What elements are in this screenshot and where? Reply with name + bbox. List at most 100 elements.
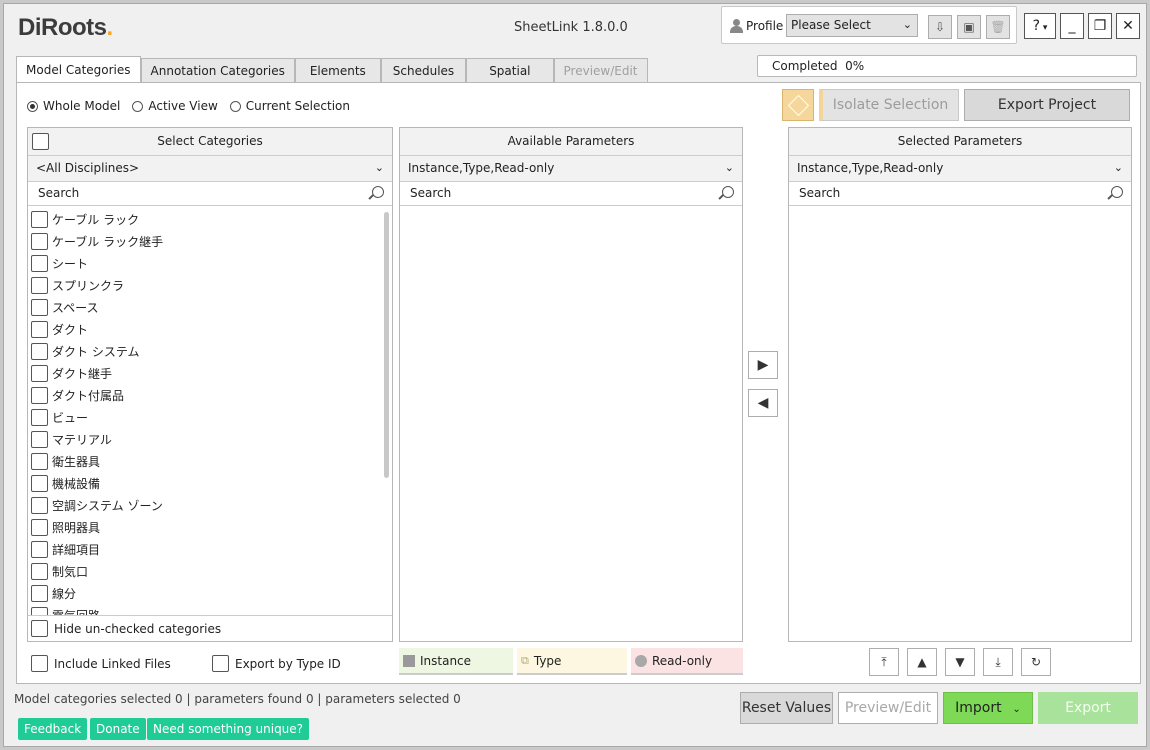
export-by-type-id-checkbox[interactable]: [212, 655, 229, 672]
arrow-left-icon: ◀: [757, 395, 769, 411]
category-label: ケーブル ラック継手: [52, 234, 164, 249]
close-button[interactable]: ✕: [1116, 13, 1140, 39]
category-item[interactable]: 空調システム ゾーン: [28, 494, 392, 516]
category-checkbox[interactable]: [31, 232, 48, 250]
add-parameter-button[interactable]: ▶: [748, 351, 778, 379]
select-all-checkbox[interactable]: [32, 133, 49, 150]
category-item[interactable]: ダクト付属品: [28, 384, 392, 406]
tab-model-categories[interactable]: Model Categories: [16, 56, 141, 82]
include-linked-option[interactable]: Include Linked Files: [31, 655, 171, 672]
delete-profile-button[interactable]: 🗑: [986, 15, 1010, 39]
user-icon: [730, 19, 743, 33]
save-profile-button[interactable]: ▣: [957, 15, 981, 39]
category-checkbox[interactable]: [31, 386, 48, 404]
status-text: Model categories selected 0 | parameters…: [14, 692, 461, 706]
refresh-button[interactable]: ↻: [1021, 648, 1051, 676]
selected-filter-dropdown[interactable]: Instance,Type,Read-only ⌄: [789, 156, 1131, 182]
selected-search-input[interactable]: Search: [789, 182, 1131, 206]
chevron-down-icon: ⌄: [1113, 161, 1123, 174]
category-item[interactable]: ケーブル ラック継手: [28, 230, 392, 252]
category-label: シート: [52, 256, 89, 271]
category-checkbox[interactable]: [31, 210, 48, 228]
help-button[interactable]: ? ▾: [1024, 13, 1056, 39]
category-checkbox[interactable]: [31, 364, 48, 382]
category-checkbox[interactable]: [31, 342, 48, 360]
category-item[interactable]: 機械設備: [28, 472, 392, 494]
category-checkbox[interactable]: [31, 408, 48, 426]
include-linked-checkbox[interactable]: [31, 655, 48, 672]
profile-select[interactable]: Please Select ⌄: [786, 14, 918, 37]
category-item[interactable]: 衛生器具: [28, 450, 392, 472]
category-item[interactable]: ダクト継手: [28, 362, 392, 384]
load-profile-button[interactable]: ⇩: [928, 15, 952, 39]
tab-annotation-categories[interactable]: Annotation Categories: [140, 58, 295, 82]
export-project-standards-button[interactable]: Export Project Standards: [964, 89, 1130, 143]
move-bottom-button[interactable]: ⤓: [983, 648, 1013, 676]
preview-edit-button[interactable]: Preview/Edit: [838, 692, 938, 724]
category-checkbox[interactable]: [31, 474, 48, 492]
tab-spatial[interactable]: Spatial: [466, 58, 554, 82]
tab-elements[interactable]: Elements: [294, 58, 381, 82]
category-checkbox[interactable]: [31, 518, 48, 536]
minimize-button[interactable]: _: [1060, 13, 1084, 39]
restore-button[interactable]: ❐: [1088, 13, 1112, 39]
category-item[interactable]: スプリンクラ: [28, 274, 392, 296]
available-filter-dropdown[interactable]: Instance,Type,Read-only ⌄: [400, 156, 742, 182]
move-down-button[interactable]: ▼: [945, 648, 975, 676]
category-item[interactable]: 照明器具: [28, 516, 392, 538]
remove-parameter-button[interactable]: ◀: [748, 389, 778, 417]
import-button[interactable]: Import ⌄: [943, 692, 1033, 724]
category-scrollbar[interactable]: [384, 212, 389, 478]
legend-type: ⧉ Type: [517, 648, 627, 675]
category-checkbox[interactable]: [31, 276, 48, 294]
move-up-button[interactable]: ▲: [907, 648, 937, 676]
category-checkbox[interactable]: [31, 254, 48, 272]
category-checkbox[interactable]: [31, 496, 48, 514]
category-checkbox[interactable]: [31, 320, 48, 338]
category-item[interactable]: ビュー: [28, 406, 392, 428]
category-item[interactable]: シート: [28, 252, 392, 274]
category-checkbox[interactable]: [31, 452, 48, 470]
category-item[interactable]: スペース: [28, 296, 392, 318]
chevron-down-icon: ⌄: [724, 161, 734, 174]
need-something-unique-button[interactable]: Need something unique?: [147, 718, 310, 740]
restore-icon: ❐: [1093, 18, 1107, 34]
hide-unchecked-option[interactable]: Hide un-checked categories: [28, 615, 392, 641]
category-item[interactable]: 詳細項目: [28, 538, 392, 560]
hide-unchecked-checkbox[interactable]: [31, 620, 48, 637]
category-checkbox[interactable]: [31, 430, 48, 448]
category-item[interactable]: 制気口: [28, 560, 392, 582]
category-item[interactable]: ダクト: [28, 318, 392, 340]
donate-button[interactable]: Donate: [90, 718, 146, 740]
category-item[interactable]: ケーブル ラック: [28, 208, 392, 230]
categories-header: Select Categories: [28, 128, 392, 156]
category-label: スプリンクラ: [52, 278, 125, 293]
category-checkbox[interactable]: [31, 298, 48, 316]
isolate-selection-button[interactable]: Isolate Selection: [819, 89, 959, 121]
category-checkbox[interactable]: [31, 562, 48, 580]
categories-search-input[interactable]: Search: [28, 182, 392, 206]
category-label: 線分: [52, 586, 77, 601]
export-by-type-id-option[interactable]: Export by Type ID: [212, 655, 341, 672]
category-checkbox[interactable]: [31, 540, 48, 558]
category-label: 制気口: [52, 564, 89, 579]
category-label: ダクト継手: [52, 366, 113, 381]
minimize-icon: _: [1068, 18, 1076, 34]
available-search-input[interactable]: Search: [400, 182, 742, 206]
tab-schedules[interactable]: Schedules: [380, 58, 467, 82]
feedback-button[interactable]: Feedback: [18, 718, 88, 740]
reset-values-button[interactable]: Reset Values: [740, 692, 833, 724]
tab-preview-edit[interactable]: Preview/Edit: [553, 58, 648, 82]
search-icon: [372, 186, 384, 198]
radio-active-view[interactable]: Active View: [132, 99, 218, 113]
category-item[interactable]: 線分: [28, 582, 392, 604]
category-checkbox[interactable]: [31, 584, 48, 602]
export-button[interactable]: Export: [1038, 692, 1138, 724]
radio-whole-model[interactable]: Whole Model: [27, 99, 120, 113]
radio-current-selection[interactable]: Current Selection: [229, 99, 350, 113]
category-item[interactable]: ダクト システム: [28, 340, 392, 362]
category-item[interactable]: マテリアル: [28, 428, 392, 450]
move-top-button[interactable]: ⤒: [869, 648, 899, 676]
isolate-toggle[interactable]: [782, 89, 814, 121]
discipline-dropdown[interactable]: <All Disciplines> ⌄: [28, 156, 392, 182]
